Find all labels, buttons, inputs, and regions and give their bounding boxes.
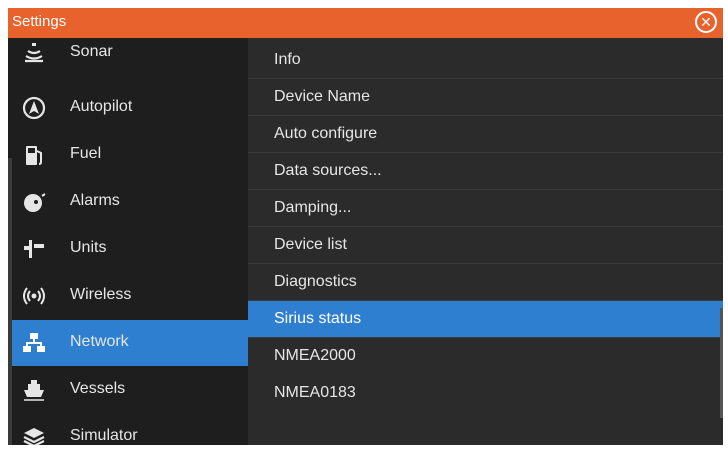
autopilot-icon: [22, 96, 46, 120]
units-icon: [24, 240, 44, 258]
list-item-label: NMEA2000: [274, 347, 356, 364]
list-item-label: Diagnostics: [274, 273, 357, 290]
network-settings-list: Info Device Name Auto configure Data sou…: [248, 38, 723, 445]
simulator-icon: [23, 428, 45, 445]
list-item-label: Device Name: [274, 88, 371, 105]
sidebar-item-wireless[interactable]: Wireless: [12, 273, 248, 319]
list-item-label: Info: [274, 51, 301, 68]
window-title: Settings: [12, 13, 67, 30]
sidebar-item-label: Autopilot: [70, 98, 133, 115]
sidebar-item-fuel[interactable]: Fuel: [12, 132, 248, 178]
list-item-nmea0183[interactable]: NMEA0183: [248, 375, 723, 411]
list-item-label: Data sources...: [274, 162, 382, 179]
sidebar-item-label: Sonar: [70, 43, 113, 60]
wireless-icon: [23, 287, 45, 305]
alarm-icon: [24, 193, 46, 212]
sidebar-item-label: Network: [70, 333, 129, 350]
sidebar-item-label: Fuel: [70, 145, 102, 162]
settings-sidebar: Sonar Autopilot Fuel Alarms Units Wirele…: [8, 38, 256, 445]
fuel-icon: [26, 146, 42, 165]
list-item-device-list[interactable]: Device list: [248, 227, 723, 264]
sidebar-item-label: Vessels: [70, 380, 126, 397]
list-item-auto-configure[interactable]: Auto configure: [248, 116, 723, 153]
list-item-label: Auto configure: [274, 125, 378, 142]
list-item-label: Damping...: [274, 199, 352, 216]
list-scrollbar[interactable]: [720, 308, 723, 418]
sidebar-item-alarms[interactable]: Alarms: [12, 179, 248, 225]
sidebar-item-label: Alarms: [70, 192, 120, 209]
sidebar-item-autopilot[interactable]: Autopilot: [12, 85, 248, 131]
sidebar-item-simulator[interactable]: Simulator: [12, 414, 248, 445]
list-item-label: Sirius status: [274, 310, 362, 327]
list-item-label: Device list: [274, 236, 347, 253]
list-item-diagnostics[interactable]: Diagnostics: [248, 264, 723, 301]
vessels-icon: [24, 380, 44, 401]
list-item-damping[interactable]: Damping...: [248, 190, 723, 227]
sonar-icon: [25, 43, 43, 63]
close-icon: ✕: [700, 14, 712, 30]
list-item-label: NMEA0183: [274, 384, 356, 401]
sidebar-item-label: Units: [70, 239, 107, 256]
sidebar-item-vessels[interactable]: Vessels: [12, 367, 248, 413]
settings-dialog: Settings ✕ Sonar Autopilot Fuel Alarms U…: [8, 8, 723, 445]
sidebar-item-network[interactable]: Network: [12, 320, 256, 366]
sidebar-item-units[interactable]: Units: [12, 226, 248, 272]
list-item-sirius-status[interactable]: Sirius status: [248, 301, 723, 338]
sidebar-item-label: Simulator: [70, 427, 138, 444]
list-item-device-name[interactable]: Device Name: [248, 79, 723, 116]
network-icon: [23, 333, 45, 352]
sidebar-item-label: Wireless: [70, 286, 132, 303]
close-button[interactable]: ✕: [695, 11, 717, 33]
sidebar-item-sonar[interactable]: Sonar: [12, 30, 248, 76]
list-item-info[interactable]: Info: [248, 42, 723, 79]
list-item-data-sources[interactable]: Data sources...: [248, 153, 723, 190]
list-item-nmea2000[interactable]: NMEA2000: [248, 338, 723, 374]
